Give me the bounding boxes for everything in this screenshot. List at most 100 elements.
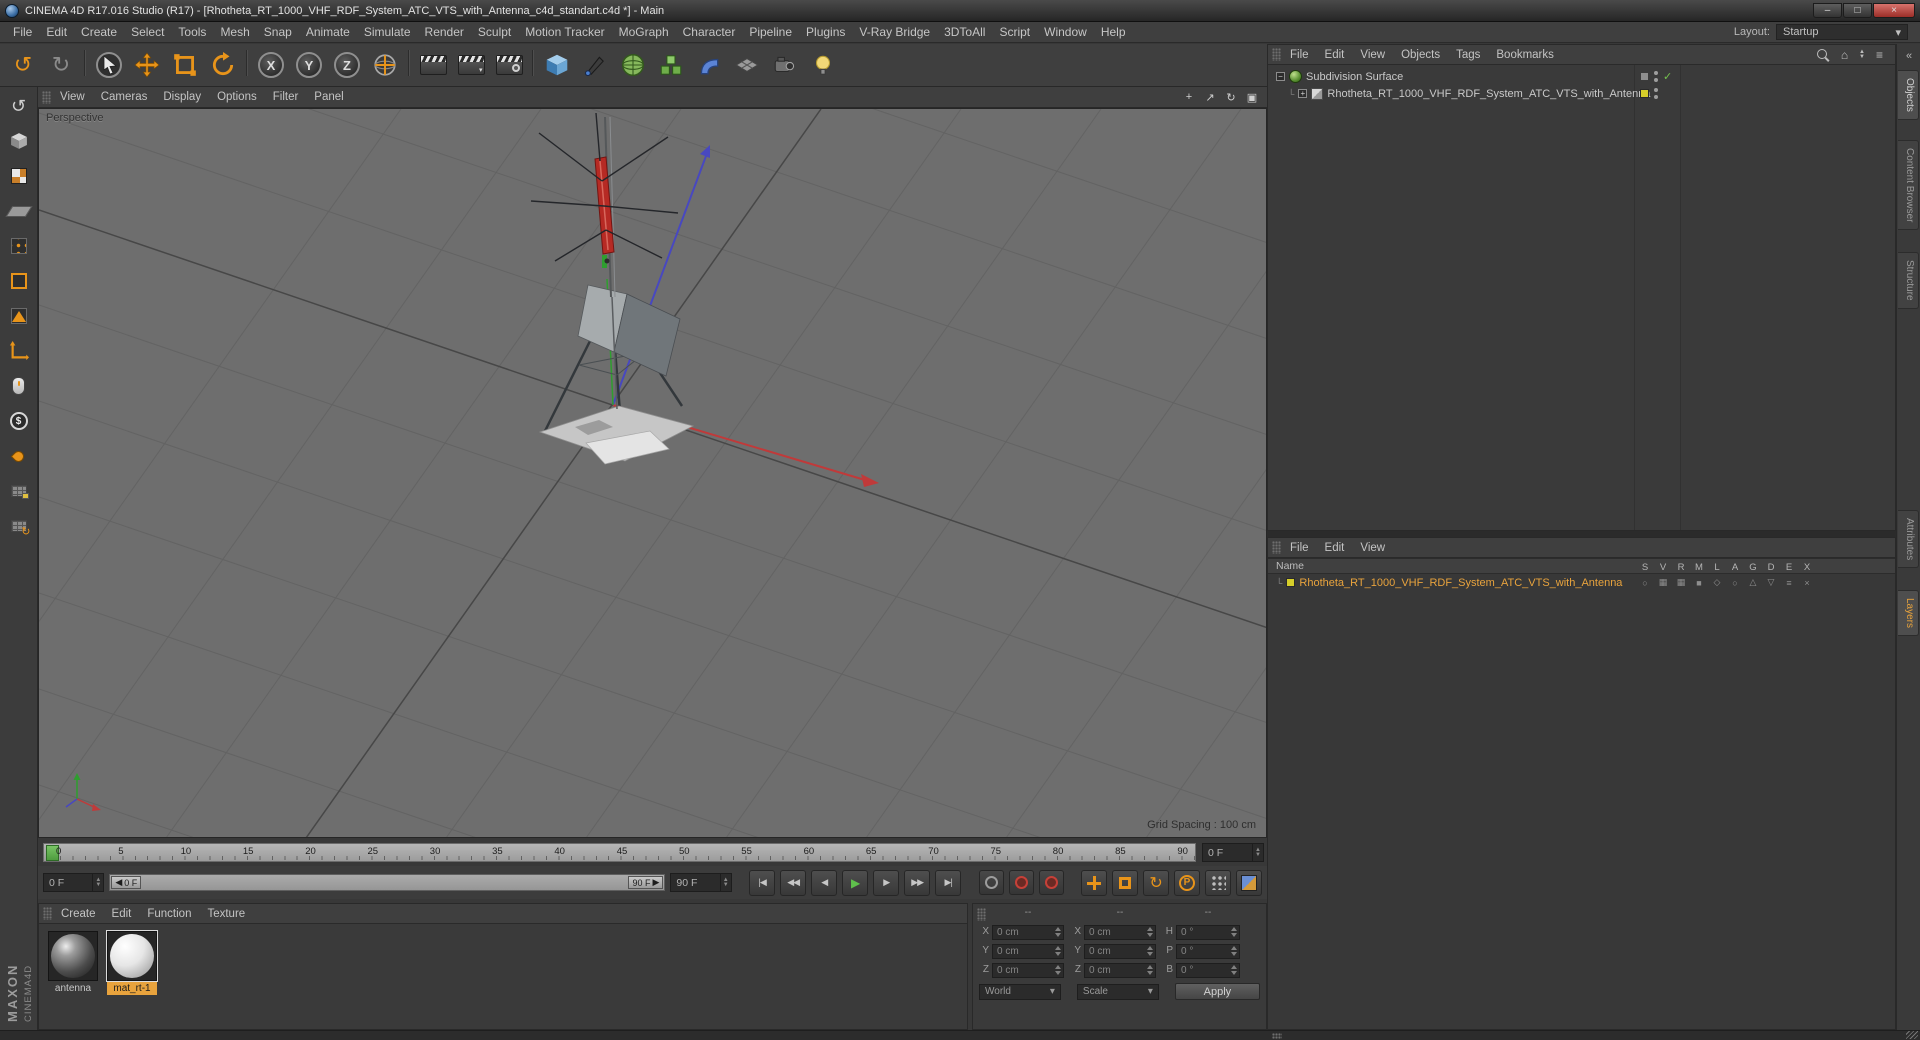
layer-name[interactable]: Rhotheta_RT_1000_VHF_RDF_System_ATC_VTS_… — [1299, 577, 1622, 589]
record-scale-toggle[interactable] — [1112, 869, 1139, 896]
render-view-button[interactable] — [415, 47, 451, 83]
texture-mode-button[interactable] — [4, 161, 34, 191]
tab-attributes[interactable]: Attributes — [1898, 510, 1919, 569]
material-item[interactable]: antenna — [48, 931, 98, 995]
column-v[interactable]: V — [1654, 562, 1672, 573]
points-mode-button[interactable] — [4, 231, 34, 261]
vp-menu-filter[interactable]: Filter — [266, 91, 306, 103]
expand-expander-icon[interactable]: + — [1298, 89, 1308, 98]
vp-menu-display[interactable]: Display — [156, 91, 208, 103]
menu-script[interactable]: Script — [992, 25, 1037, 39]
tab-structure[interactable]: Structure — [1898, 252, 1919, 309]
title-bar[interactable]: CINEMA 4D R17.016 Studio (R17) - [Rhothe… — [0, 0, 1920, 22]
panel-grip[interactable] — [43, 907, 52, 920]
collapse-expander-icon[interactable]: − — [1276, 72, 1285, 81]
render-toggle-icon[interactable]: ▦ — [1672, 577, 1690, 588]
vp-menu-panel[interactable]: Panel — [307, 91, 350, 103]
material-thumbnail[interactable] — [48, 931, 98, 981]
size-mode-select[interactable]: Scale ▾ — [1076, 983, 1159, 1000]
menu-mesh[interactable]: Mesh — [213, 25, 256, 39]
collapse-strip-icon[interactable]: « — [1900, 48, 1918, 64]
minimize-button[interactable]: – — [1813, 3, 1842, 18]
home-icon[interactable]: ⌂ — [1837, 47, 1852, 62]
menu-simulate[interactable]: Simulate — [357, 25, 418, 39]
record-pla-toggle[interactable] — [1205, 869, 1232, 896]
tab-content-browser[interactable]: Content Browser — [1898, 140, 1919, 231]
column-e[interactable]: E — [1780, 562, 1798, 573]
xref-toggle-icon[interactable]: × — [1798, 578, 1816, 588]
lock-toggle-icon[interactable]: ◇ — [1708, 577, 1726, 588]
record-keyframe-button[interactable] — [978, 870, 1004, 895]
model-mode-button[interactable] — [4, 126, 34, 156]
render-picture-viewer-button[interactable]: ▾ — [453, 47, 489, 83]
pan-view-icon[interactable]: + — [1181, 89, 1197, 105]
align-workplane-button[interactable]: ↻ — [4, 511, 34, 541]
rot-h-field[interactable] — [1176, 925, 1240, 940]
coordinate-system-button[interactable] — [367, 47, 403, 83]
deformer-button[interactable] — [691, 47, 727, 83]
next-key-button[interactable]: ▶▶ — [904, 869, 931, 896]
view-toggle-icon[interactable]: ▦ — [1654, 577, 1672, 588]
apply-button[interactable]: Apply — [1174, 983, 1260, 1000]
make-editable-button[interactable]: ↺ — [4, 91, 34, 121]
rot-p-field[interactable] — [1176, 944, 1240, 959]
mat-menu-texture[interactable]: Texture — [200, 908, 252, 920]
workplane-mode-button[interactable] — [4, 196, 34, 226]
close-button[interactable]: × — [1873, 3, 1915, 18]
previous-key-button[interactable]: ◀◀ — [780, 869, 807, 896]
goto-end-button[interactable]: ▶| — [935, 869, 962, 896]
live-selection-button[interactable] — [91, 47, 127, 83]
y-axis-lock-button[interactable]: Y — [291, 47, 327, 83]
object-row-rhotheta[interactable]: └ + Rhotheta_RT_1000_VHF_RDF_System_ATC_… — [1268, 85, 1895, 102]
add-cube-button[interactable] — [539, 47, 575, 83]
panel-grip[interactable] — [977, 907, 986, 921]
layer-swatch-yellow[interactable] — [1640, 89, 1649, 98]
camera-button[interactable] — [767, 47, 803, 83]
column-m[interactable]: M — [1690, 562, 1708, 573]
menu-tools[interactable]: Tools — [171, 25, 213, 39]
spinner-arrows-icon[interactable]: ▲ ▼ — [719, 874, 731, 891]
pos-z-field[interactable] — [992, 963, 1064, 978]
menu-animate[interactable]: Animate — [299, 25, 357, 39]
om-menu-edit[interactable]: Edit — [1318, 49, 1352, 61]
lm-menu-edit[interactable]: Edit — [1318, 542, 1352, 554]
menu-edit[interactable]: Edit — [39, 25, 74, 39]
pos-y-field[interactable] — [992, 944, 1064, 959]
panel-menu-icon[interactable]: ≡ — [1872, 47, 1887, 62]
polygons-mode-button[interactable] — [4, 301, 34, 331]
light-button[interactable] — [805, 47, 841, 83]
column-g[interactable]: G — [1744, 562, 1762, 573]
pos-x-field[interactable] — [992, 925, 1064, 940]
subdivision-surface-button[interactable] — [615, 47, 651, 83]
toggle-view-icon[interactable]: ▣ — [1244, 89, 1260, 105]
current-frame-input[interactable]: 0 F ▲ ▼ — [1202, 843, 1264, 862]
record-position-toggle[interactable] — [1081, 869, 1108, 896]
panel-grip[interactable] — [1272, 541, 1281, 554]
menu-plugins[interactable]: Plugins — [799, 25, 852, 39]
animation-toggle-icon[interactable]: ○ — [1726, 578, 1744, 588]
material-item-selected[interactable]: mat_rt-1 — [106, 930, 158, 995]
redo-button[interactable]: ↻ — [43, 47, 79, 83]
object-row-subdivision-surface[interactable]: − Subdivision Surface ✓ — [1268, 68, 1895, 85]
visibility-dots-icon[interactable] — [1654, 71, 1658, 82]
search-icon[interactable] — [1816, 48, 1830, 62]
panel-grip[interactable] — [42, 90, 51, 104]
menu-character[interactable]: Character — [676, 25, 743, 39]
enabled-check-icon[interactable]: ✓ — [1663, 70, 1672, 83]
vp-menu-cameras[interactable]: Cameras — [94, 91, 155, 103]
zoom-view-icon[interactable]: ↗ — [1202, 89, 1218, 105]
vp-menu-options[interactable]: Options — [210, 91, 264, 103]
menu-create[interactable]: Create — [74, 25, 124, 39]
menu-mograph[interactable]: MoGraph — [612, 25, 676, 39]
record-parameter-toggle[interactable]: P — [1174, 869, 1201, 896]
layer-swatch-empty[interactable] — [1640, 72, 1649, 81]
spinner-arrows-icon[interactable]: ▲ ▼ — [92, 874, 103, 891]
om-menu-view[interactable]: View — [1353, 49, 1392, 61]
viewport-canvas[interactable]: Perspective Grid Spacing : 100 cm — [38, 108, 1267, 838]
column-d[interactable]: D — [1762, 562, 1780, 573]
menu-3dtoall[interactable]: 3DToAll — [937, 25, 992, 39]
column-l[interactable]: L — [1708, 562, 1726, 573]
keyframe-selection-button[interactable] — [1038, 870, 1064, 895]
range-end-input[interactable]: 90 F ▲ ▼ — [670, 873, 732, 892]
menu-select[interactable]: Select — [124, 25, 171, 39]
